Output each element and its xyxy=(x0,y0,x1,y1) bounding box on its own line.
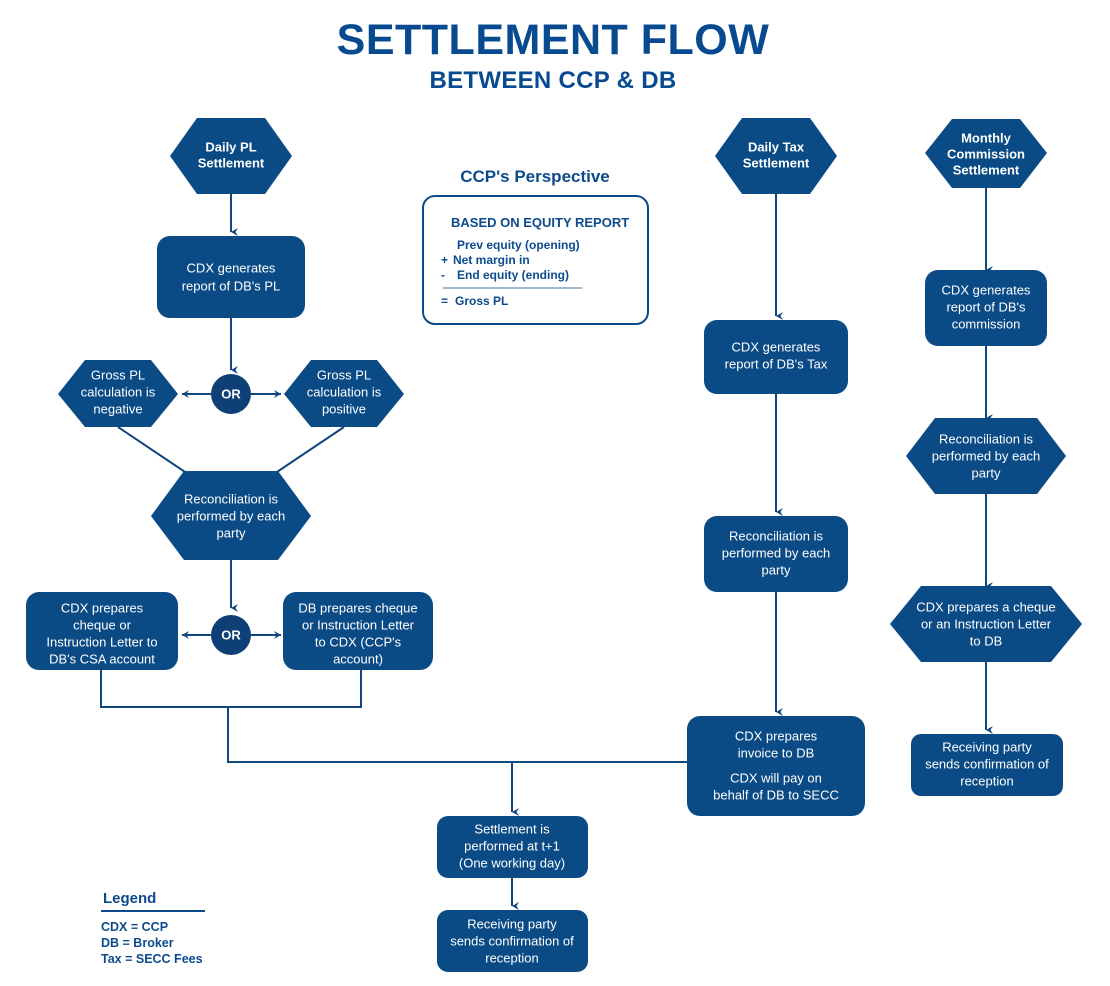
node-label-line-1: sends confirmation of xyxy=(450,933,574,948)
node-label-line-3: DB's CSA account xyxy=(49,651,155,666)
node-cdx-generates-commission-report[interactable]: CDX generates report of DB's commission xyxy=(925,270,1047,346)
node-label-line-0: Monthly xyxy=(961,130,1012,145)
node-label-line-1: Settlement xyxy=(743,155,810,170)
node-label-line-1: cheque or xyxy=(73,617,131,632)
node-label-line-2: (One working day) xyxy=(459,855,565,870)
node-label-line-4: behalf of DB to SECC xyxy=(713,787,839,802)
node-label-line-0: CDX prepares xyxy=(61,600,144,615)
node-label-line-2: commission xyxy=(952,316,1021,331)
or-gate-cheque-preparer[interactable]: OR xyxy=(211,615,251,655)
perspective-text-1: Net margin in xyxy=(453,253,530,267)
node-label-line-2: Instruction Letter to xyxy=(46,634,157,649)
or-gate-pl-sign[interactable]: OR xyxy=(211,374,251,414)
node-label-line-2: party xyxy=(217,525,246,540)
legend: Legend CDX = CCP DB = Broker Tax = SECC … xyxy=(101,890,205,966)
node-label-line-1: performed by each xyxy=(722,545,830,560)
legend-entry-2: Tax = SECC Fees xyxy=(101,952,203,966)
node-label-line-1: Settlement xyxy=(198,155,265,170)
node-label-line-1: or an Instruction Letter xyxy=(921,616,1052,631)
node-tax-reconciliation[interactable]: Reconciliation is performed by each part… xyxy=(704,516,848,592)
perspective-op-2: - xyxy=(441,268,445,282)
node-daily-pl-settlement[interactable]: Daily PL Settlement xyxy=(170,118,292,194)
node-daily-tax-settlement[interactable]: Daily Tax Settlement xyxy=(715,118,837,194)
node-db-prepares-cheque[interactable]: DB prepares cheque or Instruction Letter… xyxy=(283,592,433,670)
node-label-line-0: Gross PL xyxy=(317,367,371,382)
node-label-line-0: CDX prepares a cheque xyxy=(916,599,1055,614)
node-label-line-2: reception xyxy=(960,773,1013,788)
page-subtitle: BETWEEN CCP & DB xyxy=(429,67,676,94)
node-label-line-1: sends confirmation of xyxy=(925,756,1049,771)
node-label-line-1: report of DB's xyxy=(946,299,1026,314)
node-label-line-1: performed by each xyxy=(932,448,1040,463)
node-label-line-0: Reconciliation is xyxy=(729,528,823,543)
node-label-line-0: Receiving party xyxy=(467,916,557,931)
node-settlement-t-plus-1[interactable]: Settlement is performed at t+1 (One work… xyxy=(437,816,588,878)
node-label-line-1: performed by each xyxy=(177,508,285,523)
node-label-line-2: positive xyxy=(322,401,366,416)
node-label-line-2: to DB xyxy=(970,633,1003,648)
flowchart-canvas: SETTLEMENT FLOW BETWEEN CCP & DB CCP's P… xyxy=(0,0,1110,986)
ccp-perspective-panel: CCP's Perspective BASED ON EQUITY REPORT… xyxy=(422,167,649,325)
node-label-line-1: calculation is xyxy=(81,384,156,399)
perspective-op-1: + xyxy=(441,253,448,267)
node-label-line-0: Gross PL xyxy=(91,367,145,382)
node-label-line-0: Daily Tax xyxy=(748,139,805,154)
node-label-line-3: account) xyxy=(333,651,383,666)
node-label-line-2: party xyxy=(762,562,791,577)
node-label-line-0: Reconciliation is xyxy=(184,491,278,506)
node-label-line-0: CDX generates xyxy=(942,282,1031,297)
node-cdx-prepares-invoice[interactable]: CDX prepares invoice to DB CDX will pay … xyxy=(687,716,865,816)
page-title: SETTLEMENT FLOW xyxy=(337,16,770,64)
node-label-line-0: CDX prepares xyxy=(735,728,818,743)
node-label-line-1: calculation is xyxy=(307,384,382,399)
perspective-result-op: = xyxy=(441,294,448,308)
node-label-line-1: invoice to DB xyxy=(738,745,815,760)
node-commission-confirmation[interactable]: Receiving party sends confirmation of re… xyxy=(911,734,1063,796)
node-label-line-0: DB prepares cheque xyxy=(298,600,417,615)
node-gross-pl-negative[interactable]: Gross PL calculation is negative xyxy=(58,360,178,427)
node-label-line-1: performed at t+1 xyxy=(464,838,560,853)
connector-join-to-invoice xyxy=(227,707,687,763)
node-commission-reconciliation[interactable]: Reconciliation is performed by each part… xyxy=(906,418,1066,494)
node-label-line-2: party xyxy=(972,465,1001,480)
connector-cheque-join-bar xyxy=(100,670,362,708)
node-pl-reconciliation[interactable]: Reconciliation is performed by each part… xyxy=(151,471,311,560)
or-gate-label: OR xyxy=(221,386,241,401)
node-label-line-2: negative xyxy=(93,401,142,416)
connector-negative-to-reconciliation xyxy=(117,426,195,479)
node-cdx-prepares-cheque[interactable]: CDX prepares cheque or Instruction Lette… xyxy=(26,592,178,670)
perspective-text-0: Prev equity (opening) xyxy=(457,238,580,252)
node-label-line-3: CDX will pay on xyxy=(730,770,822,785)
node-cdx-generates-pl-report[interactable]: CDX generates report of DB's PL xyxy=(157,236,305,318)
node-settlement-confirmation[interactable]: Receiving party sends confirmation of re… xyxy=(437,910,588,972)
rounded-rect-shape xyxy=(157,236,305,318)
settlement-flow-diagram: SETTLEMENT FLOW BETWEEN CCP & DB CCP's P… xyxy=(26,16,1082,972)
node-label-line-0: CDX generates xyxy=(187,260,276,275)
node-label-line-1: report of DB's Tax xyxy=(725,356,828,371)
node-label-line-1: Commission xyxy=(947,146,1025,161)
node-label-line-0: Settlement is xyxy=(474,821,550,836)
node-label-line-1: or Instruction Letter xyxy=(302,617,415,632)
legend-entry-0: CDX = CCP xyxy=(101,920,168,934)
node-label-line-1: report of DB's PL xyxy=(182,278,281,293)
perspective-panel-title: CCP's Perspective xyxy=(460,167,610,186)
node-label-line-2: Settlement xyxy=(953,162,1020,177)
node-gross-pl-positive[interactable]: Gross PL calculation is positive xyxy=(284,360,404,427)
perspective-heading: BASED ON EQUITY REPORT xyxy=(451,215,629,230)
node-cdx-prepares-cheque-to-db[interactable]: CDX prepares a cheque or an Instruction … xyxy=(890,586,1082,662)
node-label-line-2: reception xyxy=(485,950,538,965)
or-gate-label: OR xyxy=(221,627,241,642)
node-cdx-generates-tax-report[interactable]: CDX generates report of DB's Tax xyxy=(704,320,848,394)
node-label-line-0: Reconciliation is xyxy=(939,431,1033,446)
legend-title: Legend xyxy=(103,890,156,907)
node-label-line-0: Daily PL xyxy=(205,139,256,154)
node-label-line-0: CDX generates xyxy=(732,339,821,354)
node-label-line-2: to CDX (CCP's xyxy=(315,634,402,649)
connector-positive-to-reconciliation xyxy=(267,426,345,479)
node-monthly-commission-settlement[interactable]: Monthly Commission Settlement xyxy=(925,119,1047,188)
perspective-text-2: End equity (ending) xyxy=(457,268,569,282)
perspective-result-text: Gross PL xyxy=(455,294,508,308)
node-label-line-0: Receiving party xyxy=(942,739,1032,754)
legend-entry-1: DB = Broker xyxy=(101,936,174,950)
